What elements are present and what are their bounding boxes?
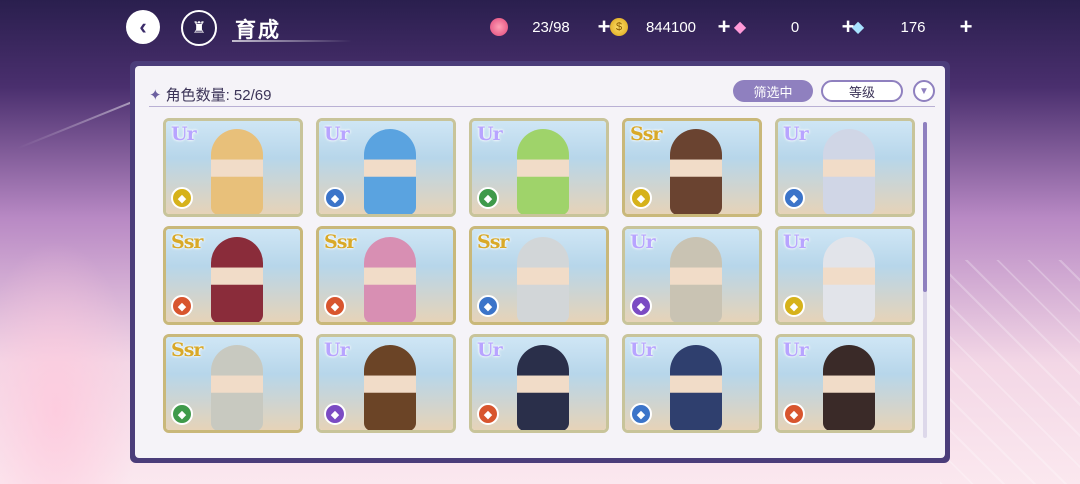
character-count-text: 角色数量: 52/69 [165, 87, 272, 104]
rarity-badge: Ssr [171, 231, 203, 253]
candy-value: 23/98 [532, 18, 570, 36]
resource-blue-gem: ◆ 176 + [846, 14, 976, 40]
rarity-badge: Ssr [171, 339, 203, 361]
character-card[interactable]: Ur ◆ [163, 118, 303, 217]
role-icon: ◆ [324, 187, 346, 209]
rarity-badge: Ur [783, 123, 809, 145]
back-button[interactable]: ‹ [126, 10, 160, 44]
character-card[interactable]: Ur ◆ [469, 334, 609, 433]
role-icon: ◆ [630, 403, 652, 425]
rarity-badge: Ssr [324, 231, 356, 253]
character-figure [517, 129, 569, 214]
character-figure [670, 345, 722, 430]
character-figure [670, 129, 722, 214]
pink-gem-value: 0 [790, 18, 800, 36]
character-figure [211, 129, 263, 214]
role-icon: ◆ [477, 403, 499, 425]
filter-button[interactable]: 筛选中 [733, 80, 813, 102]
rarity-badge: Ur [477, 339, 503, 361]
add-blue-gem-button[interactable]: + [956, 14, 976, 40]
role-icon: ◆ [783, 187, 805, 209]
background-decoration-right [940, 260, 1080, 484]
rarity-badge: Ur [324, 339, 350, 361]
character-grid: Ur ◆ Ur ◆ Ur ◆ Ssr ◆ Ur ◆ Ssr ◆ Ssr ◆ Ssr ◆ Ur ◆ Ur ◆ Ssr ◆ Ur… [163, 118, 923, 448]
resource-coin: $ 844100 + [610, 14, 734, 40]
home-button[interactable]: ♜ [181, 10, 217, 46]
role-icon: ◆ [324, 295, 346, 317]
character-card[interactable]: Ssr ◆ [163, 226, 303, 325]
character-card[interactable]: Ur ◆ [469, 118, 609, 217]
role-icon: ◆ [171, 187, 193, 209]
character-figure [364, 129, 416, 214]
character-card[interactable]: Ssr ◆ [163, 334, 303, 433]
character-card[interactable]: Ssr ◆ [469, 226, 609, 325]
sort-direction-icon[interactable]: ▼ [913, 80, 935, 102]
character-figure [670, 237, 722, 322]
coin-icon: $ [610, 18, 628, 36]
scrollbar-thumb[interactable] [923, 122, 927, 292]
sort-button[interactable]: 等级 [821, 80, 903, 102]
panel-header: ✦ 角色数量: 52/69 筛选中 等级 ▼ [149, 78, 935, 104]
role-icon: ◆ [783, 295, 805, 317]
rarity-badge: Ur [477, 123, 503, 145]
coin-value: 844100 [645, 18, 697, 36]
character-card[interactable]: Ur ◆ [775, 118, 915, 217]
character-figure [364, 345, 416, 430]
rarity-badge: Ur [630, 339, 656, 361]
candy-icon [490, 18, 508, 36]
background-decoration-left [0, 240, 140, 484]
character-figure [211, 237, 263, 322]
resource-pink-gem: ◆ 0 + [728, 14, 858, 40]
role-icon: ◆ [783, 403, 805, 425]
rarity-badge: Ur [783, 231, 809, 253]
rarity-badge: Ur [324, 123, 350, 145]
role-icon: ◆ [630, 187, 652, 209]
character-figure [517, 237, 569, 322]
rarity-badge: Ur [783, 339, 809, 361]
title-decoration [232, 40, 352, 42]
character-card[interactable]: Ur ◆ [622, 334, 762, 433]
role-icon: ◆ [477, 295, 499, 317]
divider [149, 106, 935, 107]
back-arrow-icon: ‹ [139, 14, 147, 39]
resource-candy: 23/98 + [490, 14, 614, 40]
character-figure [211, 345, 263, 430]
role-icon: ◆ [171, 295, 193, 317]
character-figure [364, 237, 416, 322]
scrollbar[interactable] [923, 122, 927, 438]
blue-gem-value: 176 [900, 18, 926, 36]
rarity-badge: Ssr [630, 123, 662, 145]
sparkle-icon: ✦ [149, 87, 162, 104]
character-count: ✦ 角色数量: 52/69 [149, 84, 271, 105]
character-panel: ✦ 角色数量: 52/69 筛选中 等级 ▼ Ur ◆ Ur ◆ Ur ◆ Ssr ◆ Ur ◆ Ss… [130, 61, 950, 463]
pink-diamond-icon: ◆ [733, 19, 747, 36]
character-figure [823, 129, 875, 214]
character-card[interactable]: Ur ◆ [622, 226, 762, 325]
castle-icon: ♜ [191, 20, 207, 37]
character-figure [823, 237, 875, 322]
character-card[interactable]: Ur ◆ [316, 334, 456, 433]
blue-diamond-icon: ◆ [851, 19, 865, 36]
role-icon: ◆ [171, 403, 193, 425]
character-panel-inner: ✦ 角色数量: 52/69 筛选中 等级 ▼ Ur ◆ Ur ◆ Ur ◆ Ssr ◆ Ur ◆ Ss… [135, 66, 945, 458]
rarity-badge: Ur [630, 231, 656, 253]
character-figure [823, 345, 875, 430]
role-icon: ◆ [477, 187, 499, 209]
top-bar: ‹ ♜ 育成 23/98 + $ 844100 + ◆ 0 + ◆ 176 + [0, 0, 1080, 56]
role-icon: ◆ [324, 403, 346, 425]
character-card[interactable]: Ur ◆ [775, 226, 915, 325]
character-card[interactable]: Ur ◆ [775, 334, 915, 433]
character-figure [517, 345, 569, 430]
role-icon: ◆ [630, 295, 652, 317]
character-card[interactable]: Ur ◆ [316, 118, 456, 217]
character-card[interactable]: Ssr ◆ [622, 118, 762, 217]
character-card[interactable]: Ssr ◆ [316, 226, 456, 325]
rarity-badge: Ur [171, 123, 197, 145]
rarity-badge: Ssr [477, 231, 509, 253]
